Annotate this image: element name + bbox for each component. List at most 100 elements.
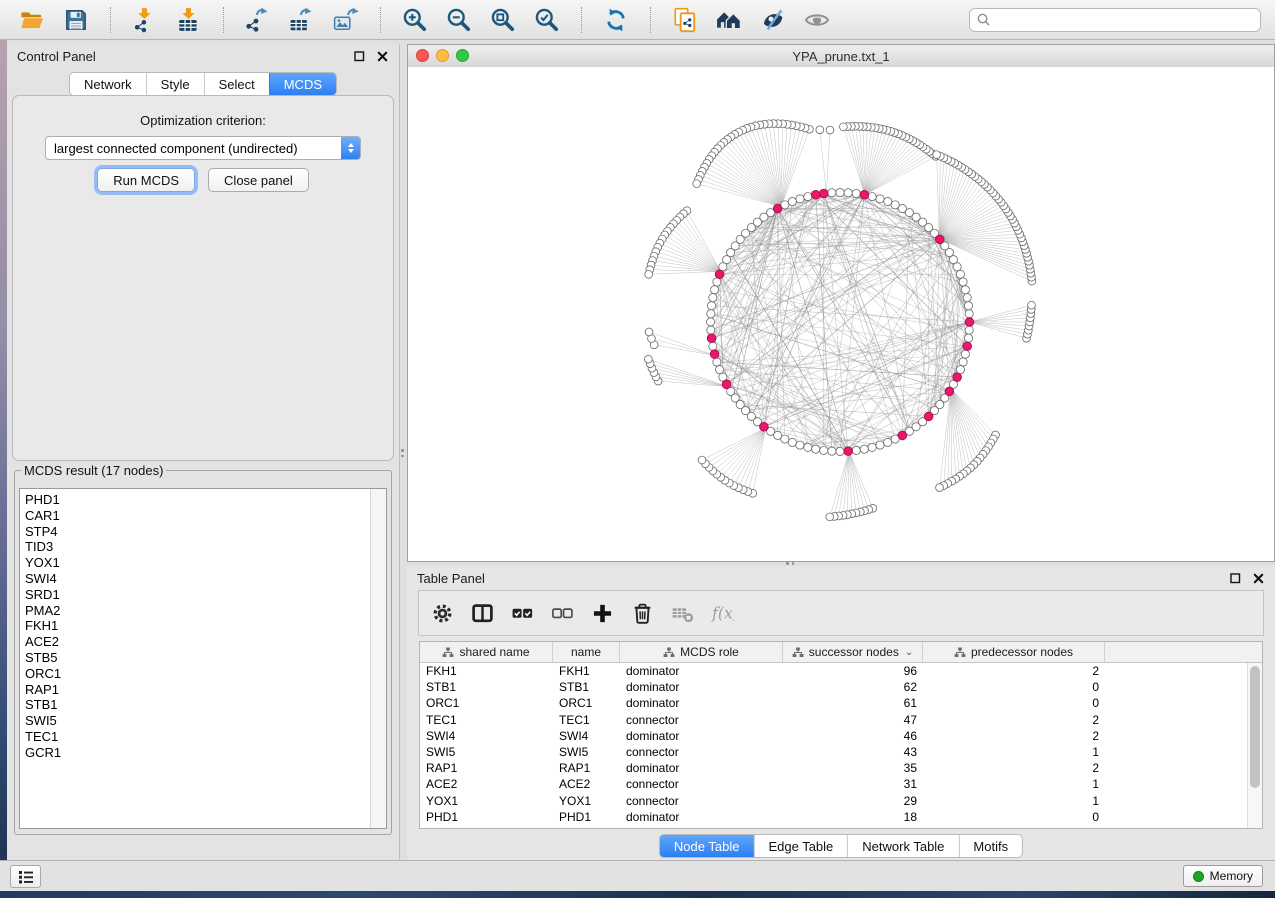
table-cell: 96 (783, 664, 923, 678)
column-header-MCDS-role[interactable]: MCDS role (620, 642, 783, 662)
table-cell: ORC1 (420, 696, 553, 710)
table-cell: SWI4 (420, 729, 553, 743)
table-settings-button[interactable] (431, 602, 454, 625)
mcds-result-item[interactable]: TEC1 (25, 729, 371, 745)
mcds-result-item[interactable]: FKH1 (25, 618, 371, 634)
column-header-successor-nodes[interactable]: successor nodes⌄ (783, 642, 923, 662)
table-cell: 2 (923, 761, 1105, 775)
apply-function-button[interactable]: f(x) (711, 602, 734, 625)
export-table-button[interactable] (280, 2, 324, 38)
mcds-result-item[interactable]: PMA2 (25, 603, 371, 619)
add-row-button[interactable] (591, 602, 614, 625)
import-table-button[interactable] (167, 2, 211, 38)
mcds-result-item[interactable]: SRD1 (25, 587, 371, 603)
new-network-from-selection-button[interactable] (663, 2, 707, 38)
mcds-result-item[interactable]: GCR1 (25, 745, 371, 761)
save-session-button[interactable] (54, 2, 98, 38)
network-graph[interactable] (408, 67, 1274, 561)
mcds-result-item[interactable]: STP4 (25, 524, 371, 540)
table-row[interactable]: SWI5SWI5connector431 (420, 744, 1262, 760)
memory-status-icon (1193, 871, 1204, 882)
search-box[interactable] (969, 8, 1261, 32)
table-scrollbar[interactable] (1247, 663, 1262, 828)
table-tab-network-table[interactable]: Network Table (847, 835, 958, 857)
optimization-criterion-select[interactable]: largest connected component (undirected) (45, 136, 361, 160)
table-row[interactable]: RAP1RAP1dominator352 (420, 760, 1262, 776)
show-columns-button[interactable] (471, 602, 494, 625)
network-window-titlebar[interactable]: YPA_prune.txt_1 (408, 45, 1274, 68)
network-canvas[interactable] (408, 67, 1274, 561)
mcds-result-item[interactable]: SWI4 (25, 571, 371, 587)
table-row[interactable]: TEC1TEC1connector472 (420, 712, 1262, 728)
table-tab-motifs[interactable]: Motifs (958, 835, 1022, 857)
import-table-icon (176, 7, 202, 33)
table-row[interactable]: PHD1PHD1dominator180 (420, 809, 1262, 825)
mcds-result-item[interactable]: RAP1 (25, 682, 371, 698)
panel-menu-button[interactable] (10, 865, 41, 888)
export-image-button[interactable] (324, 2, 368, 38)
tab-select[interactable]: Select (204, 73, 269, 95)
mcds-result-item[interactable]: ACE2 (25, 634, 371, 650)
horizontal-splitter-handle[interactable] (786, 562, 794, 565)
delete-row-button[interactable] (631, 602, 654, 625)
first-neighbors-button[interactable] (707, 2, 751, 38)
zoom-selected-button[interactable] (525, 2, 569, 38)
zoom-in-button[interactable] (393, 2, 437, 38)
hierarchy-column-icon (954, 647, 966, 658)
column-header-name[interactable]: name (553, 642, 620, 662)
table-row[interactable]: FKH1FKH1dominator962 (420, 663, 1262, 679)
mcds-result-scrollbar[interactable] (370, 489, 386, 828)
table-row[interactable]: YOX1YOX1connector291 (420, 793, 1262, 809)
clear-table-button[interactable] (671, 602, 694, 625)
run-mcds-button[interactable]: Run MCDS (97, 168, 195, 192)
node-table-body: FKH1FKH1dominator962STB1STB1dominator620… (420, 663, 1262, 825)
export-network-button[interactable] (236, 2, 280, 38)
search-input[interactable] (995, 11, 1254, 28)
table-cell: 0 (923, 810, 1105, 824)
mcds-result-item[interactable]: YOX1 (25, 555, 371, 571)
float-panel-icon[interactable] (352, 49, 366, 63)
mcds-result-item[interactable]: TID3 (25, 539, 371, 555)
table-row[interactable]: ACE2ACE2connector311 (420, 776, 1262, 792)
table-tab-node-table[interactable]: Node Table (660, 835, 754, 857)
table-row[interactable]: ORC1ORC1dominator610 (420, 695, 1262, 711)
zoom-out-button[interactable] (437, 2, 481, 38)
mcds-result-item[interactable]: CAR1 (25, 508, 371, 524)
table-row[interactable]: STB1STB1dominator620 (420, 679, 1262, 695)
mcds-result-item[interactable]: ORC1 (25, 666, 371, 682)
mcds-result-item[interactable]: SWI5 (25, 713, 371, 729)
float-table-panel-icon[interactable] (1228, 571, 1242, 585)
memory-button[interactable]: Memory (1183, 865, 1263, 887)
vertical-splitter-handle[interactable] (401, 449, 404, 457)
mcds-result-item[interactable]: PHD1 (25, 492, 371, 508)
zoom-fit-button[interactable] (481, 2, 525, 38)
close-panel-icon[interactable] (375, 49, 389, 63)
table-cell: 61 (783, 696, 923, 710)
open-file-button[interactable] (10, 2, 54, 38)
hide-selected-button[interactable] (751, 2, 795, 38)
column-header-predecessor-nodes[interactable]: predecessor nodes (923, 642, 1105, 662)
close-table-panel-icon[interactable] (1251, 571, 1265, 585)
mcds-result-item[interactable]: STB5 (25, 650, 371, 666)
mcds-result-item[interactable]: STB1 (25, 697, 371, 713)
close-window-icon[interactable] (416, 49, 429, 62)
table-cell: YOX1 (553, 794, 620, 808)
deselect-all-button[interactable] (551, 602, 574, 625)
select-all-button[interactable] (511, 602, 534, 625)
column-header-shared-name[interactable]: shared name (420, 642, 553, 662)
tab-mcds[interactable]: MCDS (269, 73, 336, 95)
import-network-button[interactable] (123, 2, 167, 38)
zoom-window-icon[interactable] (456, 49, 469, 62)
table-tab-edge-table[interactable]: Edge Table (753, 835, 847, 857)
tab-style[interactable]: Style (146, 73, 204, 95)
table-cell: dominator (620, 696, 783, 710)
table-cell: 43 (783, 745, 923, 759)
refresh-view-button[interactable] (594, 2, 638, 38)
close-panel-button[interactable]: Close panel (208, 168, 309, 192)
minimize-window-icon[interactable] (436, 49, 449, 62)
table-row[interactable]: SWI4SWI4dominator462 (420, 728, 1262, 744)
tab-network[interactable]: Network (70, 73, 146, 95)
mcds-result-list[interactable]: PHD1CAR1STP4TID3YOX1SWI4SRD1PMA2FKH1ACE2… (20, 489, 371, 828)
table-scrollbar-thumb[interactable] (1250, 666, 1260, 788)
show-all-button[interactable] (795, 2, 839, 38)
